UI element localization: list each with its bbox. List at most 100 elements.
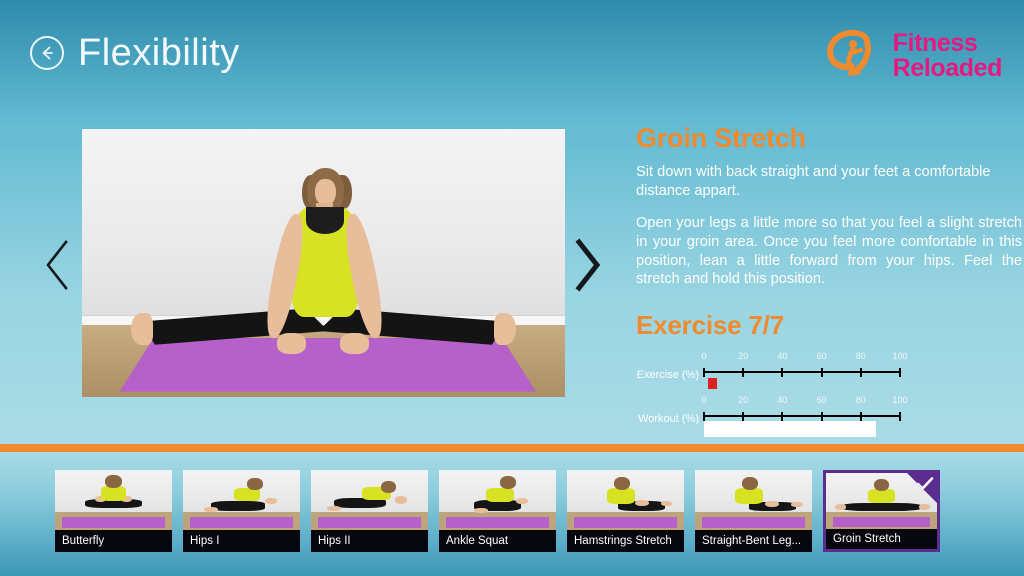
previous-exercise-button[interactable] (36, 236, 80, 294)
workout-progress-axis (703, 411, 901, 421)
thumbnail-person-top (485, 488, 514, 503)
tick-label-0: 0 (701, 350, 707, 361)
brand-logo: Fitness Reloaded (823, 28, 1002, 84)
exercise-progress-meter: 0 20 40 60 80 100 (701, 350, 908, 393)
exercise-progress-tick-labels: 0 20 40 60 80 100 (701, 350, 907, 364)
thumbnail-label: Straight-Bent Leg... (695, 530, 812, 552)
thumbnail-image (439, 470, 556, 530)
thumbnail-person-limb-1 (395, 496, 407, 504)
tick-label-60: 60 (816, 350, 827, 361)
section-divider (0, 444, 1024, 452)
thumbnail-person-legs (841, 503, 922, 512)
tick-label-80: 80 (855, 350, 866, 361)
thumbnail-person-limb-2 (790, 502, 803, 508)
exercise-progress-label: Exercise (%) (636, 368, 699, 381)
chevron-left-icon (36, 240, 80, 298)
thumbnail-image (311, 470, 428, 530)
thumbnail-item[interactable]: Groin Stretch (823, 470, 940, 552)
back-arrow-icon (37, 43, 57, 63)
thumbnail-person-limb-2 (327, 506, 342, 511)
exercise-progress-track (704, 377, 900, 393)
thumbnail-item[interactable]: Hamstrings Stretch (567, 470, 684, 552)
brand-name: Fitness Reloaded (892, 28, 1003, 82)
thumbnail-person-head (499, 476, 517, 490)
thumbnail-mat (446, 517, 549, 528)
thumbnail-person-head (247, 478, 263, 491)
thumbnail-image (695, 470, 812, 530)
tick-label-20: 20 (738, 350, 749, 361)
exercise-name: Groin Stretch (636, 123, 806, 153)
thumbnail-item[interactable]: Hips I (183, 470, 300, 552)
tick-label-40: 40 (777, 350, 788, 361)
fitness-reloaded-swoosh-icon (823, 28, 885, 84)
tick-label-20: 20 (738, 394, 749, 405)
photo-person-collar (305, 206, 345, 234)
thumbnail-image (55, 470, 172, 530)
exercise-photo (82, 129, 565, 397)
thumbnail-label: Butterfly (55, 530, 172, 552)
tick-label-40: 40 (777, 394, 788, 405)
thumbnail-label: Groin Stretch (826, 529, 937, 549)
brand-line-2: Reloaded (892, 54, 1003, 82)
thumbnail-label: Hips I (183, 530, 300, 552)
photo-person-face (315, 178, 336, 206)
thumbnail-label: Hips II (311, 530, 428, 552)
thumbnail-person-top (734, 488, 763, 504)
chevron-right-icon (566, 238, 610, 298)
tick-label-100: 100 (892, 350, 908, 361)
thumbnail-image (183, 470, 300, 530)
app-root: Flexibility Fitness Reloaded Groin Stret… (0, 0, 1024, 576)
thumbnail-mat (62, 517, 165, 528)
thumbnail-person-limb-2 (204, 507, 219, 512)
thumbnail-label: Ankle Squat (439, 530, 556, 552)
thumbnail-person-limb-1 (516, 497, 528, 504)
exercise-progress-marker (707, 377, 717, 389)
brand-line-1: Fitness (892, 28, 978, 57)
thumbnail-person-legs (211, 501, 265, 511)
thumbnail-person-head (873, 478, 890, 491)
workout-progress-tick-labels: 0 20 40 60 80 100 (701, 394, 907, 408)
thumbnail-item[interactable]: Straight-Bent Leg... (695, 470, 812, 552)
photo-person-foot-left (131, 312, 153, 345)
thumbnail-mat (318, 517, 421, 528)
tick-label-60: 60 (816, 394, 827, 405)
thumbnail-mat (702, 517, 805, 528)
thumbnail-person-limb-1 (264, 497, 277, 504)
next-exercise-button[interactable] (566, 236, 610, 294)
back-button[interactable] (30, 36, 64, 70)
thumbnail-person-head (381, 480, 397, 493)
exercise-progress-axis (703, 367, 901, 377)
tick-label-0: 0 (701, 394, 707, 405)
workout-progress-fill (704, 420, 877, 437)
photo-person-hand-right (339, 332, 369, 355)
thumbnail-mat (574, 517, 677, 528)
photo-person-hand-left (277, 332, 307, 355)
tick-label-80: 80 (855, 394, 866, 405)
thumbnail-mat (190, 517, 293, 528)
thumbnail-item[interactable]: Butterfly (55, 470, 172, 552)
workout-progress-label: Workout (%) (638, 412, 699, 425)
tick-label-100: 100 (892, 394, 908, 405)
thumbnail-mat (832, 517, 931, 527)
exercise-thumbnail-strip: Butterfly Hips I Hips II Ankle Squat Hamstri… (55, 470, 940, 552)
exercise-detail-panel: Groin Stretch Sit down with back straigh… (636, 122, 1022, 439)
exercise-progress-row: Exercise (%) 0 20 40 60 80 100 (636, 351, 1022, 395)
photo-yoga-mat (119, 338, 536, 392)
photo-person-foot-right (494, 312, 516, 345)
thumbnail-item[interactable]: Ankle Squat (439, 470, 556, 552)
thumbnail-person-head (105, 474, 122, 488)
thumbnail-person-top (606, 488, 635, 504)
exercise-description-paragraph-2: Open your legs a little more so that you… (636, 215, 1022, 288)
thumbnail-person-limb-1 (834, 504, 846, 510)
thumbnail-image (567, 470, 684, 530)
workout-progress-track (704, 420, 900, 437)
thumbnail-person-limb-2 (919, 504, 931, 510)
thumbnail-person-limb-2 (660, 501, 673, 506)
exercise-description-paragraph-1: Sit down with back straight and your fee… (636, 164, 991, 199)
exercise-counter: Exercise 7/7 (636, 309, 784, 340)
thumbnail-label: Hamstrings Stretch (567, 530, 684, 552)
thumbnail-item[interactable]: Hips II (311, 470, 428, 552)
thumbnail-person-limb-1 (634, 500, 649, 506)
page-header: Flexibility (30, 34, 240, 72)
workout-progress-meter: 0 20 40 60 80 100 (701, 394, 908, 437)
